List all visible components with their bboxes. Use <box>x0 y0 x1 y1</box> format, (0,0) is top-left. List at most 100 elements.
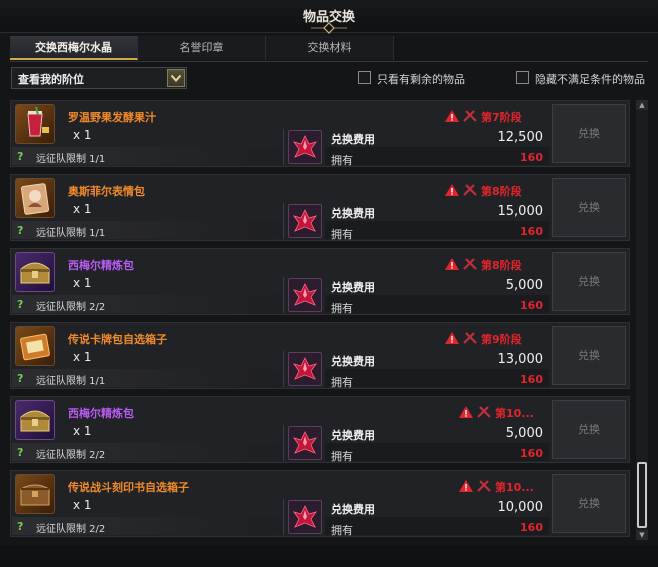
owned-value: 160 <box>520 299 543 312</box>
scroll-up-arrow-icon[interactable]: ▲ <box>636 100 648 110</box>
owned-label: 拥有 <box>331 376 353 389</box>
divider <box>283 277 284 313</box>
scrollbar[interactable]: ▲ ▼ <box>636 100 648 540</box>
card-box-icon[interactable] <box>15 326 55 366</box>
exchange-row: 西梅尔精炼包 x 1 ? 远征队限制 2/2 兑换费用 拥有 5,000 160… <box>10 396 630 463</box>
tier-filter-dropdown[interactable]: 查看我的阶位 <box>11 67 187 89</box>
engraving-book-box-icon[interactable] <box>15 474 55 514</box>
crystal-icon <box>288 426 322 460</box>
crystal-icon <box>288 204 322 238</box>
item-name: 传说卡牌包自选箱子 <box>68 333 167 346</box>
exchange-button[interactable]: 兑换 <box>552 178 626 237</box>
owned-label: 拥有 <box>331 450 353 463</box>
checkbox-box[interactable] <box>516 71 529 84</box>
divider <box>283 203 284 239</box>
divider <box>283 499 284 535</box>
juice-glass-icon[interactable] <box>15 104 55 144</box>
expedition-limit: 远征队限制 1/1 <box>36 376 106 387</box>
cost-value: 13,000 <box>497 352 544 367</box>
expedition-limit: 远征队限制 1/1 <box>36 228 106 239</box>
exchange-row: 传说战斗刻印书自选箱子 x 1 ? 远征队限制 2/2 兑换费用 拥有 10,0… <box>10 470 630 537</box>
owned-value: 160 <box>520 151 543 164</box>
tab-exchange-crystal[interactable]: 交换西梅尔水晶 <box>10 36 138 60</box>
question-icon[interactable]: ? <box>17 224 23 237</box>
window-titlebar: 物品交换 <box>0 0 658 34</box>
cost-label: 兑换费用 <box>331 429 375 442</box>
tier-text: 第10... <box>495 481 534 494</box>
exchange-button[interactable]: 兑换 <box>552 252 626 311</box>
tier-requirement: 第8阶段 <box>445 183 545 198</box>
cost-label: 兑换费用 <box>331 281 375 294</box>
divider <box>283 425 284 461</box>
tier-requirement: 第9阶段 <box>445 331 545 346</box>
expedition-limit: 远征队限制 2/2 <box>36 524 106 535</box>
crossed-axes-icon <box>463 184 477 196</box>
exchange-button[interactable]: 兑换 <box>552 474 626 533</box>
crossed-axes-icon <box>463 258 477 270</box>
expedition-limit: 远征队限制 2/2 <box>36 450 106 461</box>
exchange-button[interactable]: 兑换 <box>552 326 626 385</box>
emote-card-icon[interactable] <box>15 178 55 218</box>
chevron-down-icon[interactable] <box>167 69 185 87</box>
tier-text: 第7阶段 <box>481 111 522 124</box>
crystal-icon <box>288 500 322 534</box>
question-icon[interactable]: ? <box>17 150 23 163</box>
divider <box>283 351 284 387</box>
question-icon[interactable]: ? <box>17 520 23 533</box>
exchange-row: 罗温野果发酵果汁 x 1 ? 远征队限制 1/1 兑换费用 拥有 12,500 … <box>10 100 630 167</box>
exchange-row: 西梅尔精炼包 x 1 ? 远征队限制 2/2 兑换费用 拥有 5,000 160… <box>10 248 630 315</box>
expedition-limit: 远征队限制 2/2 <box>36 302 106 313</box>
hide-unmet-checkbox[interactable]: 隐藏不满足条件的物品 <box>516 70 652 86</box>
owned-bar <box>325 295 549 313</box>
checkbox-box[interactable] <box>358 71 371 84</box>
tab-honor-seal[interactable]: 名誉印章 <box>138 36 266 60</box>
show-remaining-checkbox[interactable]: 只看有剩余的物品 <box>358 70 498 86</box>
exchange-row: 传说卡牌包自选箱子 x 1 ? 远征队限制 1/1 兑换费用 拥有 13,000… <box>10 322 630 389</box>
item-quantity: x 1 <box>73 202 92 216</box>
show-remaining-label: 只看有剩余的物品 <box>377 73 465 86</box>
owned-label: 拥有 <box>331 228 353 241</box>
owned-value: 160 <box>520 225 543 238</box>
cost-label: 兑换费用 <box>331 207 375 220</box>
crossed-axes-icon <box>477 480 491 492</box>
cost-label: 兑换费用 <box>331 355 375 368</box>
dropdown-label: 查看我的阶位 <box>18 73 84 86</box>
scrollbar-thumb[interactable] <box>637 462 647 528</box>
scroll-down-arrow-icon[interactable]: ▼ <box>636 530 648 540</box>
limit-bar: ? 远征队限制 2/2 <box>12 517 282 535</box>
cost-label: 兑换费用 <box>331 133 375 146</box>
treasure-chest-icon[interactable] <box>15 252 55 292</box>
tier-text: 第8阶段 <box>481 185 522 198</box>
tab-bar: 交换西梅尔水晶 名誉印章 交换材料 <box>10 36 644 60</box>
question-icon[interactable]: ? <box>17 298 23 311</box>
exchange-button[interactable]: 兑换 <box>552 400 626 459</box>
footer-area <box>0 545 658 567</box>
tier-text: 第10... <box>495 407 534 420</box>
cost-value: 12,500 <box>497 130 544 145</box>
warning-icon <box>459 480 473 492</box>
title-ornament-icon <box>311 22 347 34</box>
owned-label: 拥有 <box>331 524 353 537</box>
tier-requirement: 第10... <box>459 405 545 420</box>
item-quantity: x 1 <box>73 350 92 364</box>
question-icon[interactable]: ? <box>17 372 23 385</box>
warning-icon <box>445 258 459 270</box>
owned-bar <box>325 147 549 165</box>
tier-text: 第9阶段 <box>481 333 522 346</box>
limit-bar: ? 远征队限制 2/2 <box>12 443 282 461</box>
cost-value: 5,000 <box>505 426 543 441</box>
limit-bar: ? 远征队限制 1/1 <box>12 147 282 165</box>
exchange-button[interactable]: 兑换 <box>552 104 626 163</box>
item-quantity: x 1 <box>73 276 92 290</box>
owned-bar <box>325 517 549 535</box>
item-quantity: x 1 <box>73 424 92 438</box>
cost-value: 15,000 <box>497 204 544 219</box>
warning-icon <box>445 184 459 196</box>
tab-exchange-materials[interactable]: 交换材料 <box>266 36 394 60</box>
owned-value: 160 <box>520 373 543 386</box>
item-name: 奥斯菲尔表情包 <box>68 185 145 198</box>
question-icon[interactable]: ? <box>17 446 23 459</box>
treasure-chest-icon[interactable] <box>15 400 55 440</box>
crystal-icon <box>288 352 322 386</box>
limit-bar: ? 远征队限制 1/1 <box>12 369 282 387</box>
